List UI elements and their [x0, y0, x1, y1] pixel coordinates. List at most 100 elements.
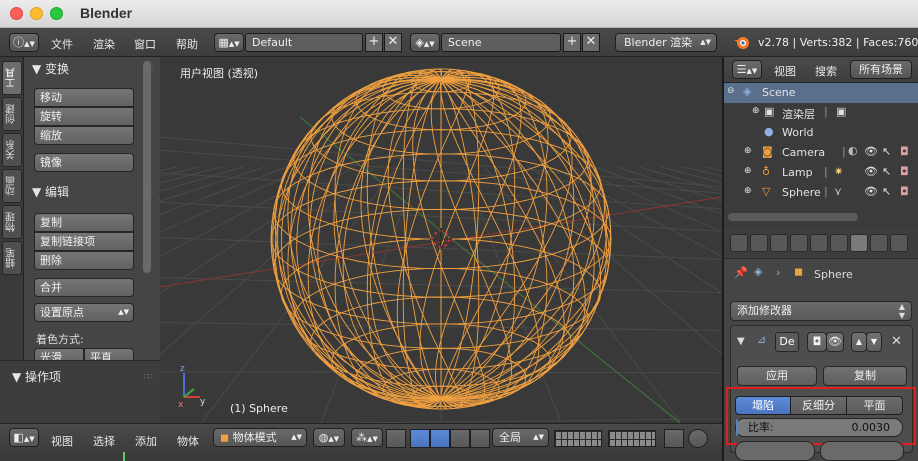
render-camera-icon[interactable]: ◘	[900, 165, 909, 178]
collapse-arrow-icon[interactable]: ▼	[737, 336, 745, 347]
tab-render-layers[interactable]	[750, 234, 768, 252]
menu-select[interactable]: 选择	[93, 433, 115, 449]
operator-panel-header[interactable]: ▼ 操作项	[12, 368, 61, 385]
expand-icon[interactable]: ⊕	[744, 186, 752, 196]
transform-orientation-dropdown[interactable]: 全局 ▲▼	[492, 428, 549, 447]
collapse-icon[interactable]: ⊖	[727, 86, 735, 96]
edit-panel-header[interactable]: ▼ 编辑	[32, 183, 69, 200]
outliner-editor-type-button[interactable]: ☰▲▼	[732, 60, 762, 79]
tab-animation[interactable]: 动画	[2, 169, 22, 203]
viewport-canvas[interactable]: z y x	[160, 57, 722, 423]
expand-icon[interactable]: ⊕	[744, 146, 752, 156]
select-cursor-icon[interactable]: ↖	[882, 185, 891, 198]
outliner-filter-dropdown[interactable]: 所有场景	[850, 60, 912, 79]
set-origin-dropdown[interactable]: 设置原点 ▲▼	[34, 303, 134, 322]
lock-layers-icon[interactable]	[664, 429, 684, 448]
menu-render[interactable]: 渲染	[93, 36, 115, 52]
duplicate-linked-button[interactable]: 复制链接项	[34, 232, 134, 251]
duplicate-button[interactable]: 复制	[34, 213, 134, 232]
tab-constraints[interactable]	[830, 234, 848, 252]
select-cursor-icon[interactable]: ↖	[882, 165, 891, 178]
tab-create[interactable]: 创建	[2, 97, 22, 131]
rotate-manipulator-icon[interactable]	[450, 429, 470, 448]
visibility-eye-icon[interactable]: 👁	[864, 145, 878, 158]
tab-tools[interactable]: 工具	[2, 61, 22, 95]
tab-physics[interactable]: 物理	[2, 205, 22, 239]
vertex-group-field[interactable]	[820, 441, 904, 461]
pivot-dropdown[interactable]: ⁂▲▼	[351, 428, 383, 447]
expand-icon[interactable]: ⊕	[752, 106, 760, 116]
remove-scene-icon[interactable]: ✕	[582, 33, 600, 52]
menu-add[interactable]: 添加	[135, 433, 157, 449]
editor-type-button[interactable]: ⓘ▲▼	[9, 33, 39, 52]
scale-button[interactable]: 缩放	[34, 126, 134, 145]
menu-view[interactable]: 视图	[51, 433, 73, 449]
panel-grip-icon[interactable]: ∷∷	[144, 372, 153, 381]
manipulator-toggle-icon[interactable]	[386, 429, 406, 448]
add-scene-icon[interactable]: +	[563, 33, 581, 52]
menu-help[interactable]: 帮助	[176, 36, 198, 52]
modifier-name-field[interactable]: De	[775, 332, 799, 352]
render-camera-icon[interactable]: ◘	[900, 145, 909, 158]
rotate-button[interactable]: 旋转	[34, 107, 134, 126]
tab-world[interactable]	[790, 234, 808, 252]
outliner-scrollbar[interactable]	[728, 213, 858, 221]
symmetry-field[interactable]	[735, 441, 815, 461]
delete-button[interactable]: 删除	[34, 251, 134, 270]
outliner-row-world[interactable]: ● World	[724, 123, 918, 143]
scale-manipulator-icon[interactable]	[470, 429, 490, 448]
menu-window[interactable]: 窗口	[134, 36, 156, 52]
tab-material[interactable]	[890, 234, 908, 252]
3d-cursor-icon[interactable]	[430, 228, 452, 250]
expand-icon[interactable]: ⊕	[744, 166, 752, 176]
tab-object[interactable]	[810, 234, 828, 252]
outliner-row-lamp[interactable]: ⊕ ♁ Lamp | ✷ 👁 ↖ ◘	[724, 163, 918, 183]
pin-icon[interactable]: 📌	[734, 266, 748, 279]
layers-grid-1[interactable]	[554, 430, 602, 447]
tab-modifiers-wrench-icon[interactable]	[850, 234, 868, 252]
render-engine-dropdown[interactable]: Blender 渲染 ▲▼	[615, 33, 717, 52]
minimize-window-button[interactable]	[30, 7, 43, 20]
outliner-search-menu[interactable]: 搜索	[815, 63, 837, 79]
tab-grease-pencil[interactable]: 蜡笔	[2, 241, 22, 275]
tab-data[interactable]	[870, 234, 888, 252]
viewport-editor-type-button[interactable]: ◧▲▼	[9, 428, 39, 447]
outliner-row-scene[interactable]: ⊖ ◈ Scene	[724, 83, 918, 103]
transform-panel-header[interactable]: ▼ 变换	[32, 60, 69, 77]
mirror-button[interactable]: 镜像	[34, 153, 134, 172]
menu-object[interactable]: 物体	[177, 433, 199, 449]
close-window-button[interactable]	[10, 7, 23, 20]
apply-button[interactable]: 应用	[737, 366, 817, 386]
menu-file[interactable]: 文件	[51, 36, 73, 52]
tab-render[interactable]	[730, 234, 748, 252]
join-button[interactable]: 合并	[34, 278, 134, 297]
render-preview-icon[interactable]	[688, 429, 708, 448]
add-modifier-dropdown[interactable]: 添加修改器 ▲ ▼	[730, 301, 912, 321]
mode-dropdown[interactable]: ◼ 物体模式 ▲▼	[213, 428, 307, 447]
tool-shelf-scrollbar[interactable]	[143, 61, 151, 273]
translate-manipulator-icon[interactable]	[410, 429, 430, 448]
screen-layout-button[interactable]: ▦▲▼	[214, 33, 244, 52]
show-viewport-eye-icon[interactable]: 👁	[826, 332, 844, 352]
move-up-icon[interactable]: ▲	[851, 332, 867, 352]
tab-scene[interactable]	[770, 234, 788, 252]
scene-selector-button[interactable]: ◈▲▼	[410, 33, 440, 52]
outliner-row-render-layers[interactable]: ⊕ ▣ 渲染层 | ▣	[724, 103, 918, 123]
current-frame-marker[interactable]	[123, 452, 125, 461]
translate-button[interactable]: 移动	[34, 88, 134, 107]
timeline-strip[interactable]	[0, 452, 722, 461]
move-down-icon[interactable]: ▼	[866, 332, 882, 352]
copy-modifier-button[interactable]: 复制	[823, 366, 907, 386]
outliner-row-sphere[interactable]: ⊕ ▽ Sphere | ⋎ 👁 ↖ ◘	[724, 183, 918, 203]
outliner-row-camera[interactable]: ⊕ ◙ Camera | ◐ 👁 ↖ ◘	[724, 143, 918, 163]
show-render-icon[interactable]: ◘	[807, 332, 827, 352]
layers-grid-2[interactable]	[608, 430, 656, 447]
add-screen-icon[interactable]: +	[365, 33, 383, 52]
screen-layout-field[interactable]: Default	[245, 33, 363, 52]
scene-field[interactable]: Scene	[441, 33, 561, 52]
remove-modifier-icon[interactable]: ✕	[891, 334, 902, 349]
remove-screen-icon[interactable]: ✕	[384, 33, 402, 52]
3d-viewport[interactable]: z y x 用户视图 (透视) (1) Sphere	[160, 57, 722, 423]
visibility-eye-icon[interactable]: 👁	[864, 165, 878, 178]
outliner-view-menu[interactable]: 视图	[774, 63, 796, 79]
